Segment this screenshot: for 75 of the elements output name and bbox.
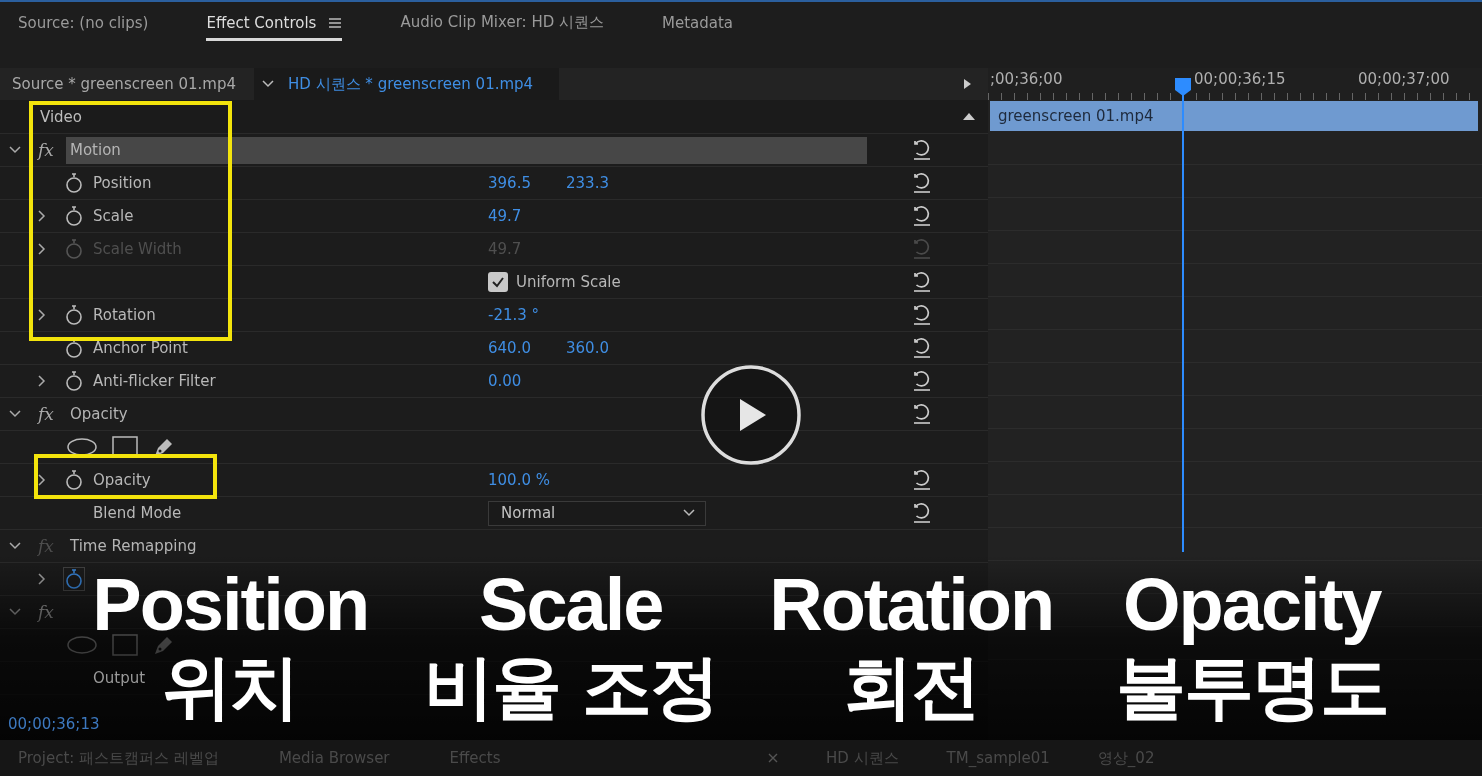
panel-tab[interactable]: Audio Clip Mixer: HD 시퀀스: [400, 7, 604, 41]
blend-mode-dropdown[interactable]: Normal: [488, 500, 706, 526]
property-value[interactable]: -21.3 °: [488, 306, 566, 324]
source-clip-label: Source * greenscreen 01.mp4: [12, 75, 238, 93]
reset-icon[interactable]: [912, 404, 932, 424]
reset-icon[interactable]: [912, 371, 932, 391]
chevron-down-icon[interactable]: [9, 146, 21, 154]
property-value[interactable]: 396.5: [488, 174, 566, 192]
fx-toggle[interactable]: fx: [38, 140, 54, 160]
chevron-right-icon[interactable]: [38, 375, 46, 387]
time-label: 00;00;36;15: [1194, 70, 1287, 88]
reset-icon[interactable]: [912, 140, 932, 160]
reset-icon[interactable]: [912, 338, 932, 358]
panel-tab[interactable]: Metadata: [662, 7, 733, 41]
caption-title: Scale: [479, 565, 663, 645]
panel-tab[interactable]: Effect Controls: [206, 7, 343, 41]
property-name: Opacity: [92, 471, 152, 489]
triangle-right-icon[interactable]: [963, 78, 972, 90]
chevron-down-icon[interactable]: [9, 410, 21, 418]
triangle-up-icon[interactable]: [962, 112, 976, 121]
property-value[interactable]: 233.3: [566, 174, 644, 192]
close-icon[interactable]: [768, 753, 778, 763]
property-value[interactable]: 360.0: [566, 339, 644, 357]
chevron-down-icon[interactable]: [262, 80, 274, 88]
reset-icon[interactable]: [912, 503, 932, 523]
caption-subtitle: 회전: [843, 645, 980, 729]
caption-title: Opacity: [1123, 565, 1381, 645]
reset-icon[interactable]: [912, 272, 932, 292]
property-name: Position: [92, 174, 153, 192]
menu-icon[interactable]: [328, 16, 343, 29]
sequence-clip-dropdown[interactable]: HD 시퀀스 * greenscreen 01.mp4: [254, 68, 560, 100]
caption-title: Position: [92, 565, 369, 645]
checkbox-label: Uniform Scale: [516, 273, 621, 291]
chevron-right-icon[interactable]: [38, 210, 46, 222]
time-label: 00;00;37;00: [1358, 70, 1451, 88]
chevron-right-icon[interactable]: [38, 573, 46, 585]
fx-toggle[interactable]: fx: [38, 602, 54, 622]
caption-subtitle: 비율 조정: [423, 645, 718, 729]
stopwatch-icon[interactable]: [64, 370, 84, 392]
checkmark-icon: [491, 276, 505, 288]
ellipse-mask-icon[interactable]: [66, 437, 98, 457]
reset-icon[interactable]: [912, 206, 932, 226]
reset-icon[interactable]: [912, 305, 932, 325]
play-button[interactable]: [700, 364, 802, 466]
stopwatch-icon[interactable]: [64, 304, 84, 326]
property-name: Anti-flicker Filter: [92, 372, 217, 390]
property-value[interactable]: 0.00: [488, 372, 566, 390]
property-value[interactable]: 49.7: [488, 207, 566, 225]
checkbox[interactable]: [488, 272, 508, 292]
reset-icon[interactable]: [912, 173, 932, 193]
stopwatch-icon[interactable]: [64, 205, 84, 227]
clip-bar[interactable]: greenscreen 01.mp4: [990, 101, 1478, 131]
caption-subtitle: 위치: [162, 645, 299, 729]
fx-toggle[interactable]: fx: [38, 404, 54, 424]
effect-name[interactable]: Motion: [66, 136, 867, 164]
property-value[interactable]: 100.0 %: [488, 471, 566, 489]
section-label: Video: [40, 107, 83, 126]
timecode[interactable]: 00;00;36;13: [8, 715, 100, 733]
property-name: Anchor Point: [92, 339, 189, 357]
chevron-down-icon[interactable]: [683, 509, 695, 517]
stopwatch-icon[interactable]: [64, 469, 84, 491]
chevron-right-icon[interactable]: [38, 474, 46, 486]
property-name: Rotation: [92, 306, 157, 324]
stopwatch-icon[interactable]: [64, 172, 84, 194]
panel-tab[interactable]: Source: (no clips): [18, 7, 149, 41]
reset-icon[interactable]: [912, 470, 932, 490]
caption-title: Rotation: [769, 565, 1054, 645]
property-name: Blend Mode: [92, 504, 183, 522]
chevron-right-icon[interactable]: [38, 309, 46, 321]
property-name: Output: [92, 669, 146, 687]
property-name: Scale: [92, 207, 135, 225]
property-value[interactable]: 640.0: [488, 339, 566, 357]
time-label: ;00;36;00: [990, 70, 1064, 88]
effect-name[interactable]: Opacity: [66, 400, 867, 428]
caption-subtitle: 불투명도: [1115, 645, 1388, 729]
